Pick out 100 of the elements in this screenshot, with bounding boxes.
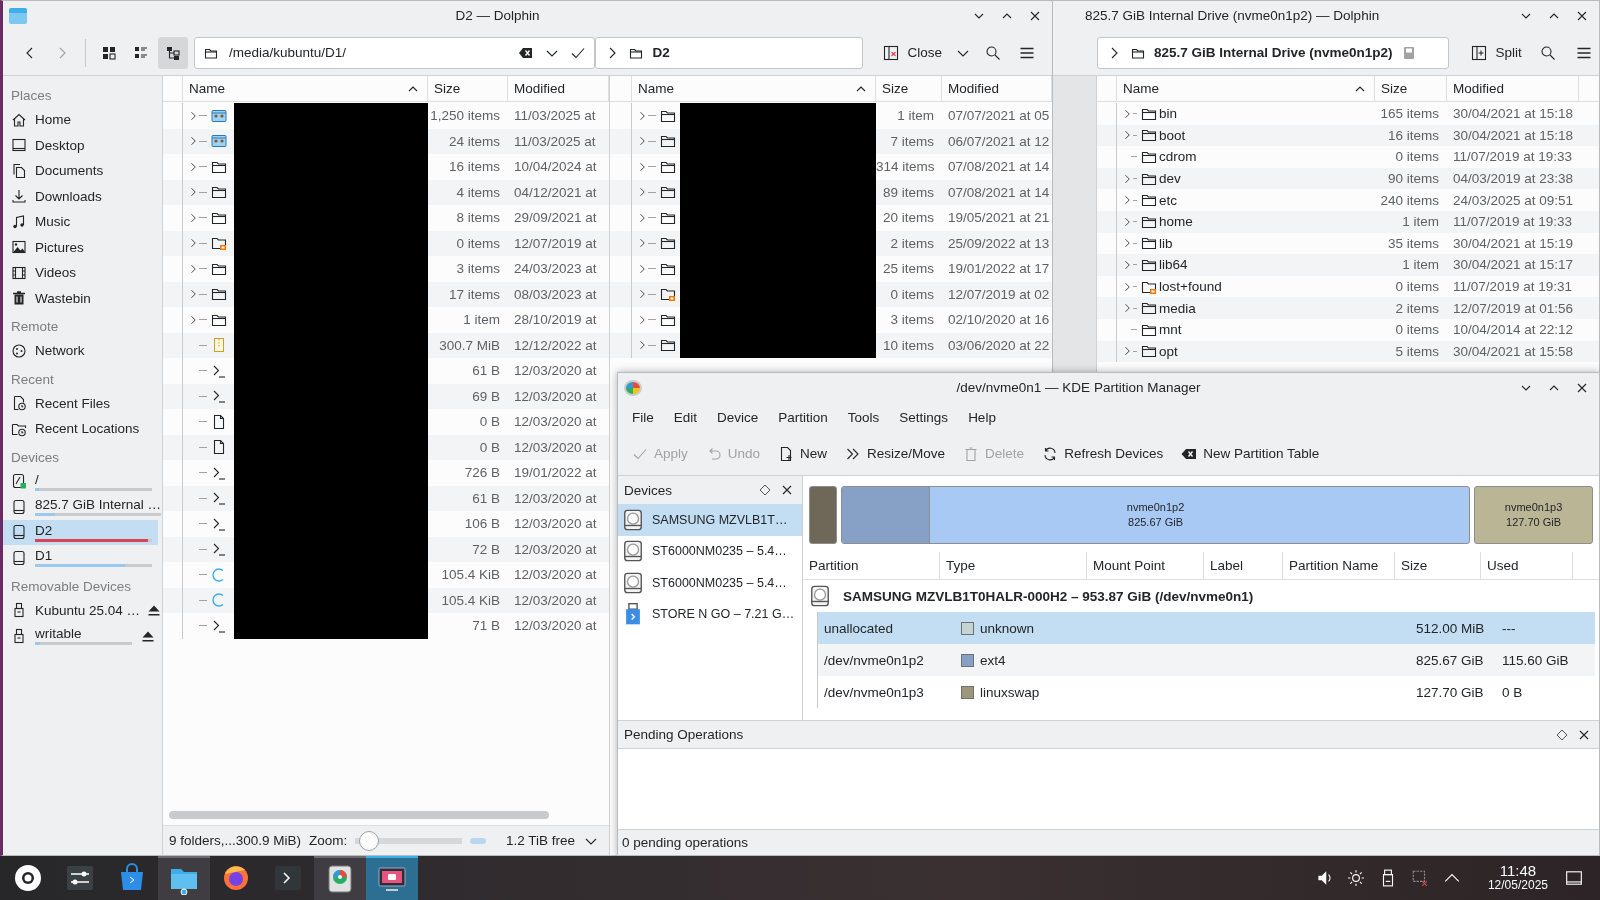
device-row[interactable]: SAMSUNG MZVLB1T0HALR-000H2 – 953.87 GiB (/dev/nvme0n1) (803, 580, 1599, 612)
file-row[interactable]: 4 items 04/12/2021 at (163, 179, 609, 205)
place-item[interactable]: Documents (3, 158, 158, 184)
file-row[interactable]: 0 items 12/07/2019 at 02 (610, 281, 1052, 307)
partition-segment[interactable]: nvme0n1p2 825.67 GiB (841, 486, 1471, 544)
file-row[interactable]: 0 B 12/03/2020 at (163, 434, 609, 460)
place-item[interactable]: Network (3, 338, 158, 364)
menu-item[interactable]: Tools (837, 409, 890, 425)
file-row[interactable]: home 1 item 11/07/2019 at 19:33 (1097, 210, 1599, 233)
disk-list-item[interactable]: ST6000NM0235 – 5.4… (618, 567, 802, 599)
column-header[interactable]: Size (428, 76, 508, 101)
file-row[interactable]: 71 B 12/03/2020 at (163, 613, 609, 639)
disk-list-item[interactable]: SAMSUNG MZVLB1T… (618, 504, 802, 536)
disk-list-item[interactable]: ST6000NM0235 – 5.4… (618, 535, 802, 567)
place-item[interactable]: Wastebin (3, 285, 158, 311)
clock[interactable]: 11:48 12/05/2025 (1487, 863, 1548, 893)
file-row[interactable]: etc 240 items 24/03/2025 at 09:51 (1097, 189, 1599, 211)
file-row[interactable]: 3 items 02/10/2020 at 16 (610, 307, 1052, 333)
toolbar-button[interactable]: New (770, 437, 836, 470)
split-button[interactable]: Split (1465, 36, 1528, 69)
file-row[interactable]: mnt 0 items 10/04/2014 at 22:12 (1097, 318, 1599, 341)
column-header[interactable]: Name (632, 76, 876, 101)
file-row[interactable]: 726 B 19/01/2022 at (163, 460, 609, 486)
column-header[interactable]: Size (876, 76, 942, 101)
column-header[interactable]: Size (1395, 552, 1481, 579)
place-item[interactable]: Recent Locations (3, 416, 158, 442)
file-row[interactable]: opt 5 items 30/04/2021 at 15:58 (1097, 340, 1599, 363)
file-row[interactable]: 61 B 12/03/2020 at (163, 485, 609, 511)
place-item[interactable]: Kubuntu 25.04 … (3, 597, 147, 623)
column-header[interactable]: Size (1375, 76, 1447, 101)
breadcrumb-item[interactable]: D2 (652, 45, 670, 60)
breadcrumb-bar[interactable]: 825.7 GiB Internal Drive (nvme0n1p2) (1097, 36, 1450, 69)
column-header[interactable]: Partition (803, 552, 940, 579)
taskbar-button[interactable] (314, 856, 366, 900)
partition-row[interactable]: /dev/nvme0n1p2 ext4 825.67 GiB 115.60 GiB (817, 644, 1595, 676)
close-split-button[interactable]: Close (877, 36, 948, 69)
location-field[interactable]: /media/kubuntu/D1/ (194, 36, 596, 69)
column-header[interactable]: Name (183, 76, 428, 101)
disk-list-item[interactable]: STORE N GO – 7.21 G… (618, 598, 802, 630)
column-header[interactable]: Name (1117, 76, 1375, 101)
file-row[interactable]: 24 items 11/03/2025 at (163, 128, 609, 154)
file-row[interactable]: lib64 1 item 30/04/2021 at 15:17 (1097, 254, 1599, 276)
place-item[interactable]: Recent Files (3, 390, 158, 416)
menu-item[interactable]: Edit (663, 409, 708, 425)
place-item[interactable]: D1 (3, 545, 158, 571)
column-header[interactable]: Modified (508, 76, 609, 101)
file-row[interactable]: 1 item 07/07/2021 at 05 (610, 103, 1052, 129)
toolbar-button[interactable]: Refresh Devices (1034, 437, 1172, 470)
column-header[interactable]: Modified (1447, 76, 1579, 101)
file-row[interactable]: bin 165 items 30/04/2021 at 15:18 (1097, 103, 1599, 125)
file-row[interactable]: 72 B 12/03/2020 at (163, 536, 609, 562)
place-item[interactable]: writable (3, 623, 138, 649)
place-item[interactable]: Pictures (3, 234, 158, 260)
free-space-button[interactable]: 1.2 TiB free (505, 832, 599, 849)
column-header[interactable]: Label (1204, 552, 1283, 579)
file-row[interactable]: 105.4 KiB 12/03/2020 at (163, 587, 609, 613)
partition-row[interactable]: unallocated unknown 512.00 MiB --- (817, 612, 1595, 644)
file-row[interactable]: 7 items 06/07/2021 at 12 (610, 128, 1052, 154)
place-item[interactable]: Videos (3, 260, 158, 286)
file-row[interactable]: 20 items 19/05/2021 at 21 (610, 205, 1052, 231)
taskbar-button[interactable] (366, 856, 418, 900)
toolbar-button[interactable]: Resize/Move (837, 437, 954, 470)
file-row[interactable]: 69 B 12/03/2020 at (163, 383, 609, 409)
file-row[interactable]: 0 items 12/07/2019 at (163, 230, 609, 256)
file-row[interactable]: boot 16 items 30/04/2021 at 15:18 (1097, 124, 1599, 147)
file-row[interactable]: cdrom 0 items 11/07/2019 at 19:33 (1097, 146, 1599, 168)
file-row[interactable]: 1 item 28/10/2019 at (163, 307, 609, 333)
file-row[interactable]: 314 items 07/08/2021 at 14 (610, 154, 1052, 180)
partition-segment[interactable]: nvme0n1p3 127.70 GiB (1474, 486, 1593, 544)
file-row[interactable]: 10 items 03/06/2020 at 22 (610, 332, 1052, 358)
file-row[interactable]: 25 items 19/01/2022 at 17 (610, 256, 1052, 282)
menu-item[interactable]: Help (958, 409, 1006, 425)
file-row[interactable]: 300.7 MiB 12/12/2022 at (163, 332, 609, 358)
place-item[interactable]: Downloads (3, 183, 158, 209)
place-item[interactable]: / (3, 468, 158, 494)
breadcrumb-bar[interactable]: D2 (595, 36, 864, 69)
column-header[interactable]: Partition Name (1283, 552, 1395, 579)
place-item[interactable]: Desktop (3, 132, 158, 158)
file-row[interactable]: 61 B 12/03/2020 at (163, 358, 609, 384)
toolbar-button[interactable]: New Partition Table (1173, 437, 1328, 470)
file-row[interactable]: 1,250 items 11/03/2025 at (163, 103, 609, 129)
file-row[interactable]: dev 90 items 04/03/2019 at 23:38 (1097, 167, 1599, 190)
place-item[interactable]: Home (3, 107, 158, 133)
place-item[interactable]: Music (3, 209, 158, 235)
place-item[interactable]: D2 (3, 519, 158, 545)
file-row[interactable]: 0 B 12/03/2020 at (163, 409, 609, 435)
slider-handle[interactable] (358, 830, 379, 851)
file-row[interactable]: 17 items 08/03/2023 at (163, 281, 609, 307)
view-mode-button[interactable] (158, 36, 188, 69)
column-header[interactable]: Type (940, 552, 1087, 579)
file-row[interactable]: 2 items 25/09/2022 at 13 (610, 230, 1052, 256)
partition-row[interactable]: /dev/nvme0n1p3 linuxswap 127.70 GiB 0 B (817, 676, 1595, 708)
file-row[interactable]: 105.4 KiB 12/03/2020 at (163, 562, 609, 588)
scrollbar[interactable] (169, 811, 549, 819)
file-row[interactable]: 89 items 07/08/2021 at 14 (610, 179, 1052, 205)
menu-item[interactable]: Device (707, 409, 769, 425)
file-row[interactable]: 16 items 10/04/2024 at (163, 154, 609, 180)
column-header[interactable]: Used (1481, 552, 1573, 579)
column-header[interactable]: Mount Point (1087, 552, 1204, 579)
file-row[interactable]: media 2 items 12/07/2019 at 01:56 (1097, 297, 1599, 319)
